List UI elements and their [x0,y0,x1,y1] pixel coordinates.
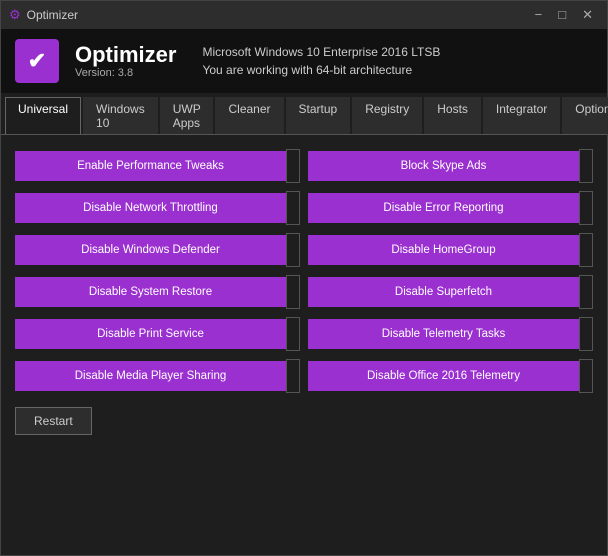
tab-startup[interactable]: Startup [286,97,351,134]
tabs-bar: Universal Windows 10 UWP Apps Cleaner St… [1,93,607,135]
enable-performance-tweaks-button[interactable]: Enable Performance Tweaks [15,151,286,182]
tab-integrator[interactable]: Integrator [483,97,560,134]
btn-indicator [579,233,593,267]
btn-indicator [286,233,300,267]
minimize-button[interactable]: − [529,5,549,25]
main-window: ⚙ Optimizer − □ ✕ ✔ Optimizer Version: 3… [0,0,608,556]
disable-superfetch-button[interactable]: Disable Superfetch [308,277,579,308]
btn-wrapper-disable-defender: Disable Windows Defender [15,233,300,267]
disable-system-restore-button[interactable]: Disable System Restore [15,277,286,308]
btn-wrapper-disable-print: Disable Print Service [15,317,300,351]
btn-indicator [579,317,593,351]
btn-wrapper-disable-office-telemetry: Disable Office 2016 Telemetry [308,359,593,393]
app-version: Version: 3.8 [75,67,176,79]
btn-wrapper-disable-restore: Disable System Restore [15,275,300,309]
tab-uwp-apps[interactable]: UWP Apps [160,97,214,134]
info-line-1: Microsoft Windows 10 Enterprise 2016 LTS… [202,43,440,61]
btn-wrapper-disable-throttling: Disable Network Throttling [15,191,300,225]
btn-indicator [579,359,593,393]
header: ✔ Optimizer Version: 3.8 Microsoft Windo… [1,29,607,93]
disable-media-player-sharing-button[interactable]: Disable Media Player Sharing [15,361,286,392]
tab-hosts[interactable]: Hosts [424,97,481,134]
btn-indicator [579,149,593,183]
app-logo: ✔ [15,39,59,83]
close-button[interactable]: ✕ [576,5,599,25]
block-skype-ads-button[interactable]: Block Skype Ads [308,151,579,182]
btn-indicator [286,359,300,393]
checkmark-icon: ✔ [28,48,46,74]
info-line-2: You are working with 64-bit architecture [202,61,440,79]
btn-wrapper-disable-error-reporting: Disable Error Reporting [308,191,593,225]
btn-wrapper-disable-telemetry-tasks: Disable Telemetry Tasks [308,317,593,351]
btn-wrapper-block-skype: Block Skype Ads [308,149,593,183]
tab-registry[interactable]: Registry [352,97,422,134]
disable-windows-defender-button[interactable]: Disable Windows Defender [15,235,286,266]
tab-cleaner[interactable]: Cleaner [215,97,283,134]
app-icon: ⚙ [9,7,21,23]
btn-indicator [286,191,300,225]
maximize-button[interactable]: □ [552,5,572,25]
btn-indicator [579,275,593,309]
header-title: Optimizer Version: 3.8 [75,43,176,79]
buttons-grid: Enable Performance Tweaks Block Skype Ad… [15,149,593,393]
content-area: Enable Performance Tweaks Block Skype Ad… [1,135,607,555]
btn-indicator [579,191,593,225]
disable-error-reporting-button[interactable]: Disable Error Reporting [308,193,579,224]
disable-homegroup-button[interactable]: Disable HomeGroup [308,235,579,266]
title-bar-left: ⚙ Optimizer [9,7,78,23]
title-bar-controls: − □ ✕ [529,5,599,25]
disable-network-throttling-button[interactable]: Disable Network Throttling [15,193,286,224]
disable-office-2016-telemetry-button[interactable]: Disable Office 2016 Telemetry [308,361,579,392]
btn-indicator [286,149,300,183]
btn-indicator [286,275,300,309]
title-bar: ⚙ Optimizer − □ ✕ [1,1,607,29]
btn-wrapper-enable-perf: Enable Performance Tweaks [15,149,300,183]
tab-universal[interactable]: Universal [5,97,81,134]
btn-wrapper-disable-media-sharing: Disable Media Player Sharing [15,359,300,393]
btn-wrapper-disable-superfetch: Disable Superfetch [308,275,593,309]
btn-indicator [286,317,300,351]
btn-wrapper-disable-homegroup: Disable HomeGroup [308,233,593,267]
header-info: Microsoft Windows 10 Enterprise 2016 LTS… [202,43,440,79]
restart-section: Restart [15,407,593,435]
tab-options[interactable]: Options [562,97,608,134]
disable-print-service-button[interactable]: Disable Print Service [15,319,286,350]
restart-button[interactable]: Restart [15,407,92,435]
app-name: Optimizer [75,43,176,67]
tab-windows10[interactable]: Windows 10 [83,97,158,134]
title-bar-text: Optimizer [27,8,78,22]
disable-telemetry-tasks-button[interactable]: Disable Telemetry Tasks [308,319,579,350]
